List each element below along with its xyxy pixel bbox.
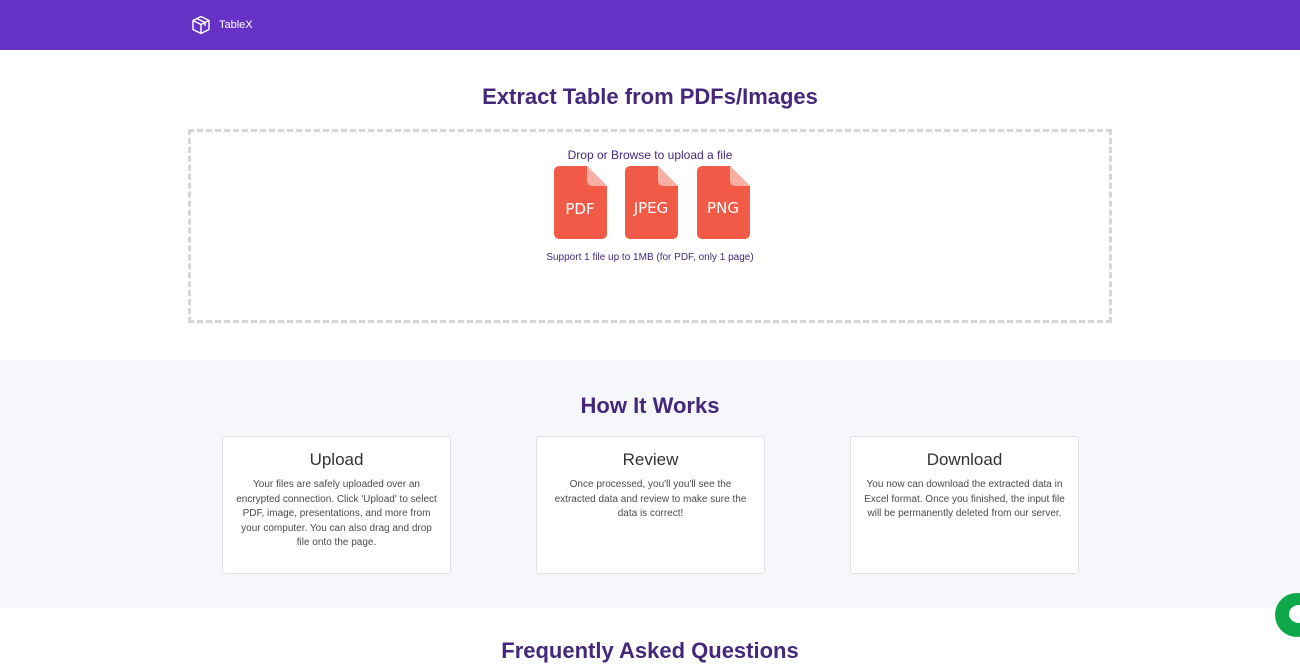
card-body: Your files are safely uploaded over an e…: [236, 479, 437, 548]
jpeg-file-icon: JPEG: [625, 166, 678, 239]
pdf-file-icon: PDF: [554, 166, 607, 239]
cube-icon: [192, 15, 210, 35]
chat-icon: [1289, 605, 1300, 623]
card-title: Upload: [309, 450, 364, 469]
card-body: Once processed, you'll you'll see the ex…: [554, 479, 747, 519]
support-text: Support 1 file up to 1MB (for PDF, only …: [546, 252, 754, 263]
file-dropzone[interactable]: Drop or Browse to upload a file PDF JPEG…: [188, 129, 1112, 323]
card-body: You now can download the extracted data …: [864, 479, 1065, 519]
brand-link[interactable]: TableX: [191, 14, 253, 36]
faq-title: Frequently Asked Questions: [501, 638, 799, 663]
card-title: Review: [622, 450, 679, 469]
page-title: Extract Table from PDFs/Images: [482, 84, 818, 109]
top-navbar: TableX: [0, 0, 1300, 50]
file-type-label: PDF: [565, 200, 594, 218]
card-review: Review Once processed, you'll you'll see…: [536, 436, 765, 574]
file-type-icons: PDF JPEG PNG: [554, 166, 750, 240]
how-it-works-section: How It Works Upload Your files are safel…: [0, 360, 1300, 608]
card-download: Download You now can download the extrac…: [850, 436, 1079, 574]
file-type-label: PNG: [707, 199, 739, 217]
section-title: How It Works: [580, 393, 720, 418]
brand-name: TableX: [219, 19, 253, 31]
drop-prompt: Drop or Browse to upload a file: [567, 148, 733, 162]
card-upload: Upload Your files are safely uploaded ov…: [222, 436, 451, 574]
file-type-label: JPEG: [633, 199, 669, 217]
png-file-icon: PNG: [697, 166, 750, 239]
card-title: Download: [926, 450, 1003, 469]
